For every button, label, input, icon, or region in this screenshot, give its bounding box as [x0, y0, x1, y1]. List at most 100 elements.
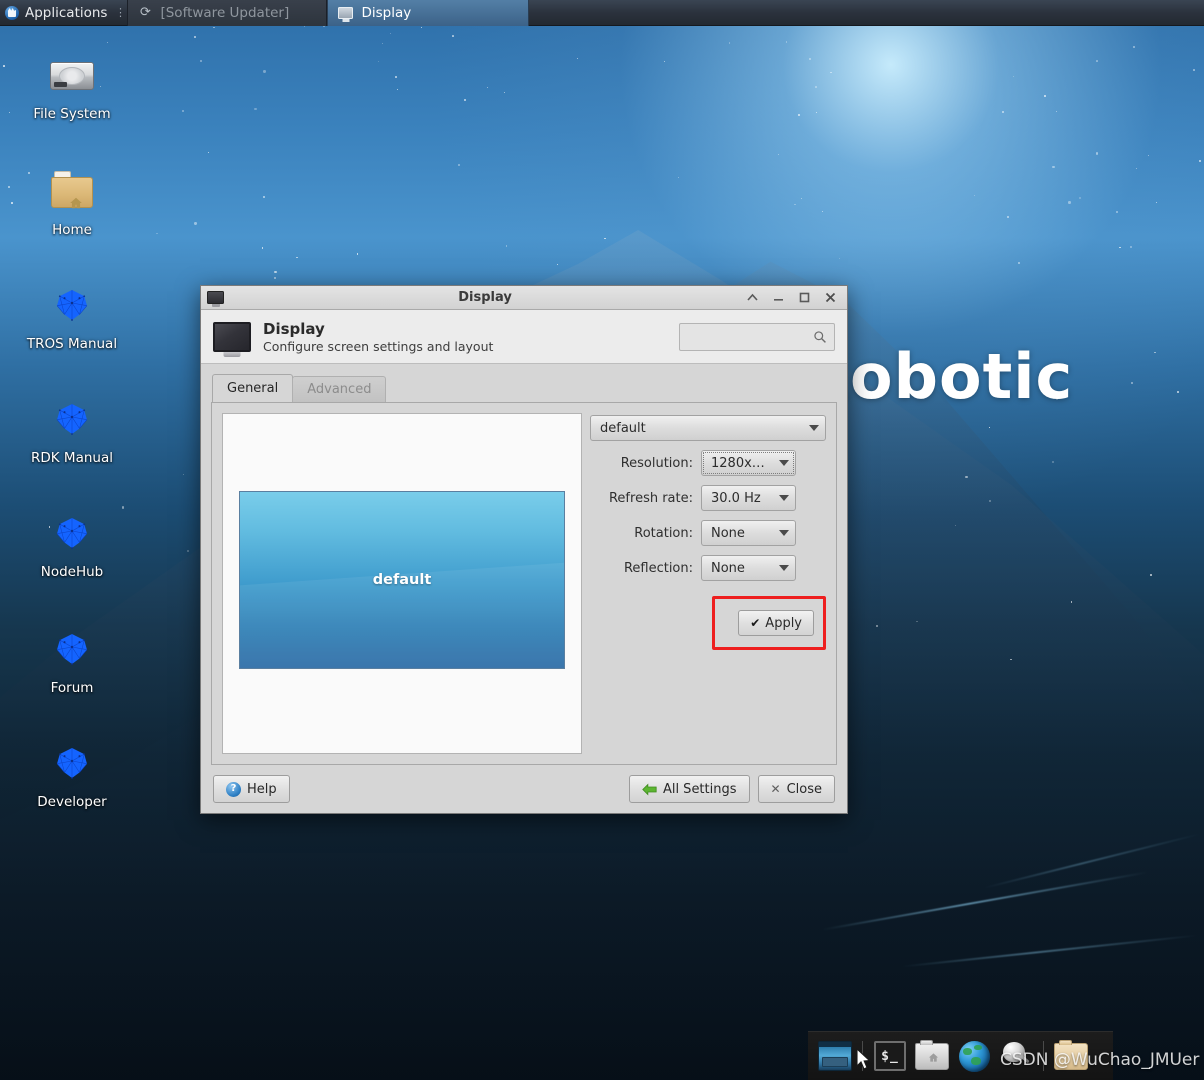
check-icon: ✔: [750, 616, 761, 630]
monitor-preview-label: default: [372, 572, 432, 588]
monitor-preview-default[interactable]: default: [239, 491, 565, 669]
back-arrow-icon: [642, 782, 657, 796]
desktop-icon-developer[interactable]: Developer: [7, 740, 137, 810]
dialog-titlebar[interactable]: Display: [201, 286, 847, 310]
resolution-row: Resolution: 1280x720: [590, 450, 826, 476]
desktop-icon-home[interactable]: Home: [7, 168, 137, 238]
horizon-gem-icon: [48, 282, 96, 330]
output-select-value: default: [600, 420, 646, 436]
display-settings-dialog: Display Display Configure screen setting…: [200, 285, 848, 814]
dock-item-file-manager[interactable]: [911, 1035, 953, 1077]
resolution-value: 1280x720: [711, 455, 773, 471]
reflection-value: None: [711, 560, 745, 576]
refresh-icon: ⟳: [140, 4, 151, 20]
close-button[interactable]: [824, 291, 837, 304]
desktop-icon-label: Forum: [50, 680, 94, 696]
minimize-button[interactable]: [772, 291, 785, 304]
monitor-icon: [213, 321, 251, 352]
help-button[interactable]: ? Help: [213, 775, 290, 803]
desktop-icon-tros-manual[interactable]: TROS Manual: [7, 282, 137, 352]
home-folder-icon: [48, 168, 96, 216]
taskbar-item-software-updater[interactable]: ⟳ [Software Updater]: [127, 0, 328, 26]
globe-icon: [958, 1040, 990, 1072]
display-controls: default Resolution: 1280x720 Refresh rat…: [590, 413, 826, 754]
refresh-rate-select[interactable]: 30.0 Hz: [701, 485, 796, 511]
desktop-icon-label: TROS Manual: [26, 336, 118, 352]
dialog-header-texts: Display Configure screen settings and la…: [263, 320, 493, 354]
bottom-dock: $_: [808, 1031, 1113, 1080]
desktop-icon-rdk-manual[interactable]: RDK Manual: [7, 396, 137, 466]
search-box[interactable]: [679, 322, 835, 351]
rotation-select[interactable]: None: [701, 520, 796, 546]
refresh-rate-label: Refresh rate:: [608, 490, 693, 506]
page-title: Display: [263, 319, 325, 338]
folder-icon: [1054, 1039, 1088, 1070]
mouse-icon: [1001, 1041, 1031, 1071]
page-subtitle: Configure screen settings and layout: [263, 338, 494, 354]
terminal-prompt-glyph: $_: [881, 1048, 899, 1064]
terminal-icon: $_: [874, 1041, 906, 1071]
hard-drive-icon: [48, 52, 96, 100]
desktop-icon-forum[interactable]: Forum: [7, 626, 137, 696]
tab-advanced[interactable]: Advanced: [292, 376, 387, 402]
display-layout-preview[interactable]: default: [222, 413, 582, 754]
reflection-label: Reflection:: [623, 560, 693, 576]
tab-general[interactable]: General: [212, 374, 294, 402]
window-preview-icon: [818, 1041, 852, 1071]
taskbar-item-label: [Software Updater]: [160, 4, 290, 21]
dock-item-folder[interactable]: [1050, 1035, 1092, 1077]
resolution-label: Resolution:: [620, 455, 693, 471]
dialog-footer: ? Help All Settings ✕ Close: [201, 765, 847, 813]
resolution-select[interactable]: 1280x720: [701, 450, 796, 476]
reflection-row: Reflection: None: [590, 555, 826, 581]
close-dialog-button-label: Close: [786, 781, 822, 797]
window-controls: [746, 291, 843, 304]
desktop-icon-nodehub[interactable]: NodeHub: [7, 510, 137, 580]
taskbar-item-display[interactable]: Display: [327, 0, 530, 26]
reflection-select[interactable]: None: [701, 555, 796, 581]
desktop-icon-label: RDK Manual: [31, 450, 113, 466]
horizon-gem-icon: [48, 740, 96, 788]
panel-drag-handle-icon[interactable]: ⋮: [115, 0, 126, 26]
chevron-down-icon: [779, 530, 789, 536]
rotation-value: None: [711, 525, 745, 541]
apply-button[interactable]: ✔ Apply: [738, 610, 814, 636]
apply-button-container: ✔ Apply: [712, 596, 826, 650]
dock-item-web-browser[interactable]: [953, 1035, 995, 1077]
maximize-button[interactable]: [798, 291, 811, 304]
chevron-down-icon: [779, 460, 789, 466]
mouse-cursor-icon: [856, 1048, 871, 1070]
chevron-down-icon: [779, 565, 789, 571]
taskbar-item-label: Display: [361, 4, 412, 21]
close-x-icon: ✕: [770, 782, 781, 796]
rotation-label: Rotation:: [634, 525, 693, 541]
shade-button[interactable]: [746, 291, 759, 304]
applications-icon: [5, 5, 19, 20]
close-dialog-button[interactable]: ✕ Close: [757, 775, 835, 803]
apply-button-label: Apply: [765, 615, 802, 631]
tab-bar: General Advanced: [211, 374, 837, 402]
refresh-rate-row: Refresh rate: 30.0 Hz: [590, 485, 826, 511]
dock-item-terminal[interactable]: $_: [869, 1035, 911, 1077]
top-panel: Applications ⋮ ⟳ [Software Updater] Disp…: [0, 0, 1204, 26]
dock-item-workspace-switcher[interactable]: [814, 1035, 856, 1077]
applications-menu-button[interactable]: Applications: [0, 0, 113, 26]
search-input[interactable]: [687, 328, 813, 345]
home-folder-icon: [915, 1039, 949, 1070]
chevron-down-icon: [809, 425, 819, 431]
dock-item-mouse-settings[interactable]: [995, 1035, 1037, 1077]
dialog-body: General Advanced default default Resolut…: [201, 364, 847, 765]
horizon-gem-icon: [48, 626, 96, 674]
desktop-icon-label: Developer: [37, 794, 107, 810]
output-select[interactable]: default: [590, 415, 826, 441]
horizon-gem-icon: [48, 510, 96, 558]
search-icon: [814, 330, 826, 343]
desktop-icon-file-system[interactable]: File System: [7, 52, 137, 122]
rotation-row: Rotation: None: [590, 520, 826, 546]
dock-separator: [1043, 1041, 1044, 1071]
desktop-icon-label: Home: [52, 222, 92, 238]
monitor-icon: [338, 6, 354, 19]
all-settings-button[interactable]: All Settings: [628, 775, 750, 803]
desktop-icon-label: NodeHub: [40, 564, 104, 580]
help-icon: ?: [226, 781, 241, 797]
